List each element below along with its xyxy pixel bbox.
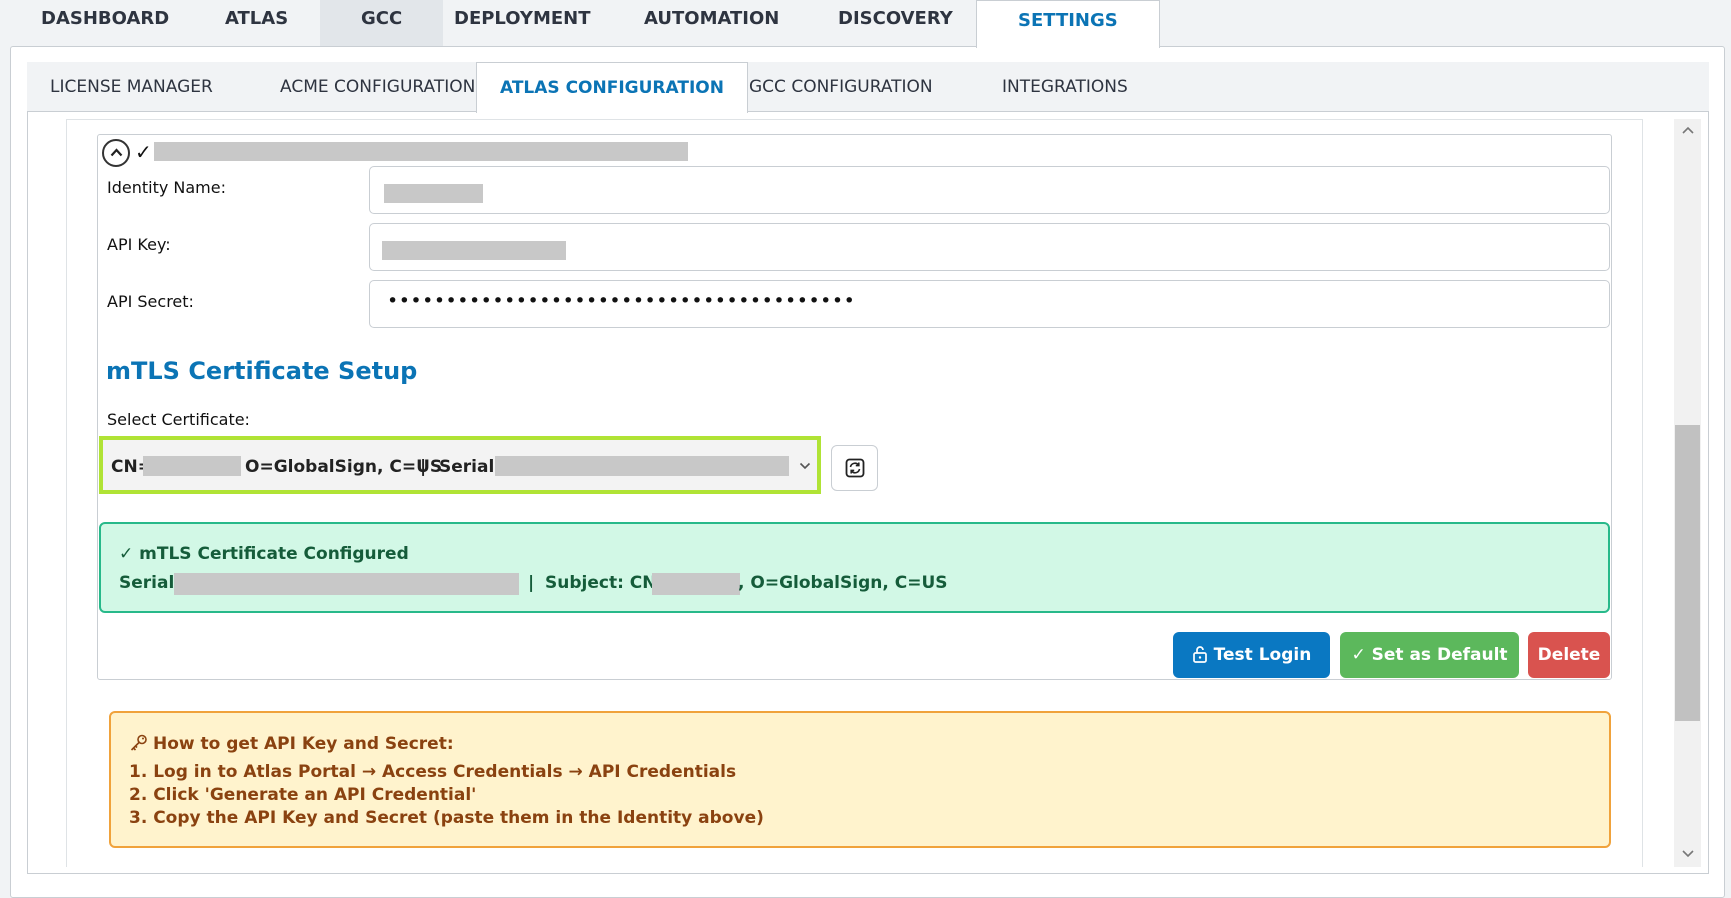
mtls-section-title: mTLS Certificate Setup — [106, 357, 418, 385]
set-as-default-button[interactable]: ✓ Set as Default — [1340, 632, 1519, 678]
cert-separator: | — [420, 457, 427, 477]
chevron-down-icon — [799, 462, 811, 470]
mtls-status-title: ✓ mTLS Certificate Configured — [119, 544, 409, 564]
test-login-label: Test Login — [1213, 645, 1312, 665]
help-box: How to get API Key and Secret: 1. Log in… — [109, 711, 1611, 848]
redacted-api-key — [382, 241, 566, 260]
select-certificate-label: Select Certificate: — [107, 410, 250, 429]
identity-check-mark: ✓ — [135, 140, 152, 164]
subtab-integrations[interactable]: INTEGRATIONS — [979, 62, 1151, 112]
help-title-text: How to get API Key and Secret: — [153, 734, 454, 754]
subtab-gcc-configuration[interactable]: GCC CONFIGURATION — [726, 62, 956, 112]
chevron-up-icon — [110, 148, 123, 157]
tab-dashboard[interactable]: DASHBOARD — [0, 0, 210, 46]
help-title: How to get API Key and Secret: — [129, 733, 454, 754]
subtab-acme-configuration[interactable]: ACME CONFIGURATION — [257, 62, 498, 112]
subtab-license-manager[interactable]: LICENSE MANAGER — [27, 62, 236, 112]
identity-name-input[interactable] — [369, 166, 1610, 214]
unlock-icon — [1192, 646, 1207, 663]
redacted-status-serial — [174, 573, 519, 595]
api-key-label: API Key: — [107, 235, 171, 254]
tab-automation[interactable]: AUTOMATION — [603, 0, 820, 46]
api-secret-value: •••••••••••••••••••••••••••••••••••••••• — [387, 290, 856, 312]
collapse-toggle-button[interactable] — [102, 139, 130, 167]
certificate-select[interactable]: CN= O=GlobalSign, C=US | Serial= — [99, 436, 821, 494]
top-navigation: DASHBOARD ATLAS GCC DEPLOYMENT AUTOMATIO… — [0, 0, 1731, 48]
status-separator: | — [528, 573, 535, 593]
help-step: 2. Click 'Generate an API Credential' — [129, 785, 477, 805]
redacted-identity-name — [384, 184, 483, 203]
tab-deployment[interactable]: DEPLOYMENT — [413, 0, 632, 46]
cert-org: O=GlobalSign, C=US — [245, 457, 443, 477]
help-step: 3. Copy the API Key and Secret (paste th… — [129, 808, 764, 828]
scrollbar-thumb[interactable] — [1675, 425, 1700, 721]
delete-label: Delete — [1537, 645, 1601, 665]
redacted-status-cn — [652, 573, 740, 595]
tab-atlas[interactable]: ATLAS — [184, 0, 329, 46]
scroll-up-icon[interactable] — [1674, 119, 1701, 143]
tab-settings[interactable]: SETTINGS — [976, 0, 1160, 48]
tab-discovery[interactable]: DISCOVERY — [797, 0, 994, 46]
scroll-down-icon[interactable] — [1674, 843, 1701, 867]
settings-sub-navigation: LICENSE MANAGER ACME CONFIGURATION ATLAS… — [27, 62, 1709, 113]
mtls-status-box: ✓ mTLS Certificate Configured Serial: | … — [99, 522, 1610, 613]
refresh-certificates-button[interactable] — [831, 445, 878, 491]
status-serial-label: Serial: — [119, 573, 182, 593]
help-step: 1. Log in to Atlas Portal → Access Crede… — [129, 762, 737, 782]
test-login-button[interactable]: Test Login — [1173, 632, 1330, 678]
refresh-icon — [845, 458, 865, 478]
api-key-input[interactable] — [369, 223, 1610, 271]
set-as-default-label: ✓ Set as Default — [1351, 645, 1508, 665]
redacted-cert-cn — [143, 456, 241, 476]
vertical-scrollbar[interactable] — [1674, 119, 1701, 867]
status-subject-rest: , O=GlobalSign, C=US — [738, 573, 948, 593]
identity-name-label: Identity Name: — [107, 178, 226, 197]
redacted-identity-title — [154, 142, 688, 161]
api-secret-label: API Secret: — [107, 292, 194, 311]
api-secret-input[interactable]: •••••••••••••••••••••••••••••••••••••••• — [369, 280, 1610, 328]
delete-button[interactable]: Delete — [1528, 632, 1610, 678]
subtab-atlas-configuration[interactable]: ATLAS CONFIGURATION — [476, 62, 748, 113]
redacted-cert-serial — [495, 456, 789, 476]
key-icon — [130, 734, 147, 751]
